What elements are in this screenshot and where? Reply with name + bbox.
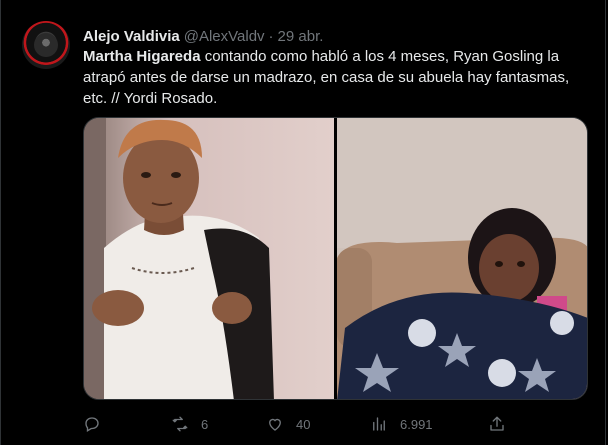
retweet-count: 6: [201, 416, 209, 432]
heart-icon: [269, 418, 281, 431]
meme-right-person: [336, 118, 587, 399]
retweet-button[interactable]: 6: [171, 413, 208, 435]
tweet-text: Martha Higareda contando como habló a lo…: [83, 46, 588, 109]
tweet-date[interactable]: 29 abr.: [278, 28, 324, 45]
author-handle[interactable]: @AlexValdv: [184, 28, 265, 45]
share-icon: [490, 416, 504, 431]
views-count: 6.991: [400, 416, 433, 432]
retweet-icon: [172, 416, 188, 432]
tweet-actions: 6 40 6.991: [83, 413, 588, 435]
views-button[interactable]: 6.991: [370, 413, 433, 435]
reply-button[interactable]: [83, 413, 113, 435]
tweet-header: Alejo Valdivia @AlexValdv · 29 abr.: [83, 26, 323, 46]
reply-icon: [85, 417, 99, 432]
tweet-card[interactable]: Alejo Valdivia @AlexValdv · 29 abr. Mart…: [0, 0, 606, 445]
share-button[interactable]: [488, 413, 506, 435]
mention-text: Martha Higareda: [83, 48, 201, 65]
meme-left-image[interactable]: [84, 118, 334, 399]
like-button[interactable]: 40: [266, 413, 310, 435]
tweet-media[interactable]: [83, 117, 588, 400]
avatar-image: [34, 33, 58, 57]
views-icon: [373, 417, 385, 431]
like-count: 40: [296, 416, 311, 432]
separator: ·: [268, 27, 274, 45]
meme-right-image[interactable]: [336, 118, 587, 399]
meme-left-person: [84, 118, 274, 399]
avatar[interactable]: [22, 21, 70, 69]
author-name[interactable]: Alejo Valdivia: [83, 28, 180, 45]
